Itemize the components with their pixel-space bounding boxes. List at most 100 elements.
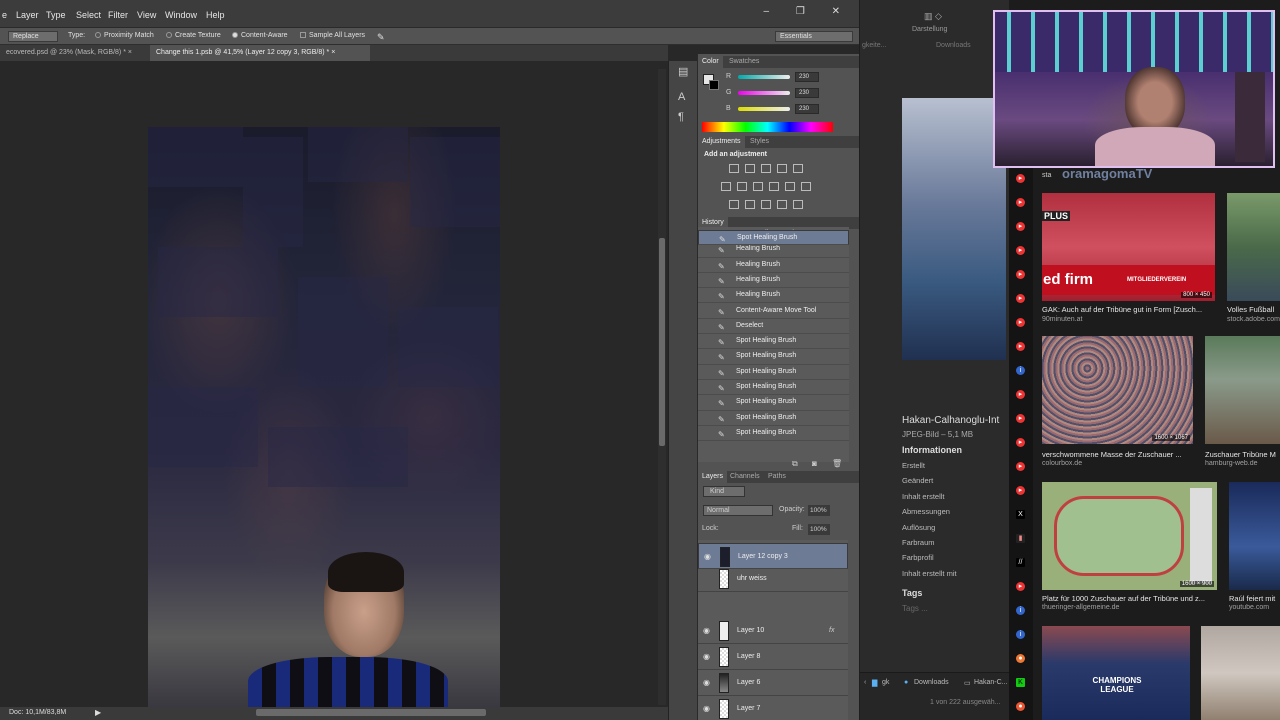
result-source[interactable]: hamburg-web.de [1205,460,1280,467]
youtube-icon[interactable]: ▸ [1016,414,1025,423]
tab-color[interactable]: Color [698,56,723,68]
canvas-horizontal-scroll-thumb[interactable] [256,709,486,716]
history-state[interactable]: ✎ Spot Healing Brush [698,230,849,246]
g-value[interactable]: 230 [795,88,819,98]
youtube-icon[interactable]: ▸ [1016,222,1025,231]
menu-layer[interactable]: Layer [16,10,39,20]
visibility-eye-icon[interactable]: ◉ [704,544,711,570]
viewer-tab-downloads[interactable]: Downloads [936,42,971,49]
invert-icon[interactable] [729,200,739,209]
youtube-icon[interactable]: ▸ [1016,246,1025,255]
workspace-select[interactable]: Essentials [775,31,853,42]
curves-icon[interactable] [761,164,771,173]
history-state[interactable]: ✎ Healing Brush [698,288,849,304]
gradient-map-icon[interactable] [777,200,787,209]
layer-row[interactable]: ◉ Layer 10 fx [698,618,848,644]
crumb-gk[interactable]: gk [882,679,889,686]
tags-input[interactable]: Tags ... [902,604,928,613]
history-state[interactable]: ✎ Spot Healing Brush [698,349,849,365]
tab-recovered[interactable]: ecovered.psd @ 23% (Mask, RGB/8) * × [0,45,146,61]
menu-select[interactable]: Select [76,10,101,20]
viewer-tab-darstellung[interactable]: Darstellung [912,26,947,33]
menu-type[interactable]: Type [46,10,66,20]
result-image-crowd[interactable]: 1600 × 1067 [1042,336,1193,444]
visibility-eye-icon[interactable]: ◉ [703,644,710,670]
channel-mixer-icon[interactable] [785,182,795,191]
color-lookup-icon[interactable] [801,182,811,191]
menu-window[interactable]: Window [165,10,197,20]
youtube-icon[interactable]: ▸ [1016,582,1025,591]
menu-help[interactable]: Help [206,10,225,20]
history-state[interactable]: ✎ Spot Healing Brush [698,380,849,396]
snapshot-icon[interactable]: ◙ [812,459,817,468]
orange-app-icon[interactable]: ● [1016,654,1025,663]
youtube-icon[interactable]: ▸ [1016,174,1025,183]
visibility-eye-icon[interactable]: ◉ [703,696,710,720]
x-twitter-icon[interactable]: X [1016,510,1025,519]
visibility-eye-icon[interactable]: ◉ [703,618,710,644]
app-icon[interactable]: ▮ [1016,534,1025,543]
info-icon[interactable]: i [1016,606,1025,615]
vibrance-icon[interactable] [793,164,803,173]
result-source[interactable]: stock.adobe.com [1227,316,1280,323]
canvas-vertical-scroll-thumb[interactable] [659,238,665,446]
result-caption[interactable]: Platz für 1000 Zuschauer auf der Tribüne… [1042,594,1227,603]
tab-swatches[interactable]: Swatches [725,56,763,68]
history-state[interactable]: ✎ Healing Brush [698,273,849,289]
history-state[interactable]: ✎ Spot Healing Brush [698,426,849,442]
new-document-from-state-icon[interactable]: ⧉ [792,459,798,469]
history-state[interactable]: ✎ Spot Healing Brush [698,334,849,350]
delete-state-icon[interactable]: 🗑 [832,459,842,468]
selective-color-icon[interactable] [793,200,803,209]
youtube-icon[interactable]: ▸ [1016,342,1025,351]
paragraph-panel-icon[interactable]: ¶ [678,111,684,123]
result-image-gak[interactable]: ed firm MITGLIEDERVEREIN PLUS 800 × 450 [1042,193,1215,301]
visibility-eye-icon[interactable]: ◉ [703,670,710,696]
red-app-icon[interactable]: ● [1016,702,1025,711]
exposure-icon[interactable] [777,164,787,173]
result-caption[interactable]: verschwommene Masse der Zuschauer ... [1042,450,1202,459]
result-source[interactable]: thueringer-allgemeine.de [1042,604,1119,611]
history-panel-icon[interactable]: ▤ [678,65,688,78]
b-value[interactable]: 230 [795,104,819,114]
r-slider[interactable] [738,75,790,79]
posterize-icon[interactable] [745,200,755,209]
character-panel-icon[interactable]: A [678,91,685,103]
ff-icon[interactable]: // [1016,558,1025,567]
viewer-tab-prev[interactable]: gkeite... [862,42,887,49]
layer-row[interactable]: ◉ Layer 12 copy 3 [698,543,848,569]
blend-mode-select[interactable]: Normal [703,505,773,516]
history-state[interactable]: ✎ Spot Healing Brush [698,365,849,380]
result-image-raul[interactable] [1229,482,1280,590]
tab-channels[interactable]: Channels [726,471,764,483]
result-source[interactable]: youtube.com [1229,604,1280,611]
tab-styles[interactable]: Styles [746,136,773,148]
opacity-value[interactable]: 100% [808,505,830,516]
result-source[interactable]: 90minuten.at [1042,316,1082,323]
black-white-icon[interactable] [753,182,763,191]
b-slider[interactable] [738,107,790,111]
youtube-icon[interactable]: ▸ [1016,486,1025,495]
result-caption[interactable]: Volles Fußball [1227,305,1280,314]
levels-icon[interactable] [745,164,755,173]
result-image-tribune[interactable] [1205,336,1280,444]
create-texture-radio[interactable]: Create Texture [166,32,221,39]
crumb-file[interactable]: Hakan-C... [974,679,1007,686]
youtube-icon[interactable]: ▸ [1016,318,1025,327]
youtube-icon[interactable]: ▸ [1016,438,1025,447]
sample-all-layers-checkbox[interactable]: Sample All Layers [300,32,365,39]
youtube-icon[interactable]: ▸ [1016,390,1025,399]
youtube-icon[interactable]: ▸ [1016,270,1025,279]
youtube-icon[interactable]: ▸ [1016,294,1025,303]
view-toggle-icon[interactable]: ▥ ◇ [924,11,942,22]
history-state[interactable]: ✎ Healing Brush [698,258,849,273]
hue-saturation-icon[interactable] [721,182,731,191]
result-caption[interactable]: Raúl feiert mit [1229,594,1280,603]
proximity-match-radio[interactable]: Proximity Match [95,32,154,39]
color-spectrum[interactable] [702,122,833,132]
brightness-icon[interactable] [729,164,739,173]
photo-filter-icon[interactable] [769,182,779,191]
menu-view[interactable]: View [137,10,156,20]
background-color-swatch[interactable] [709,80,719,90]
layer-row[interactable]: ◉ Layer 8 [698,644,848,670]
